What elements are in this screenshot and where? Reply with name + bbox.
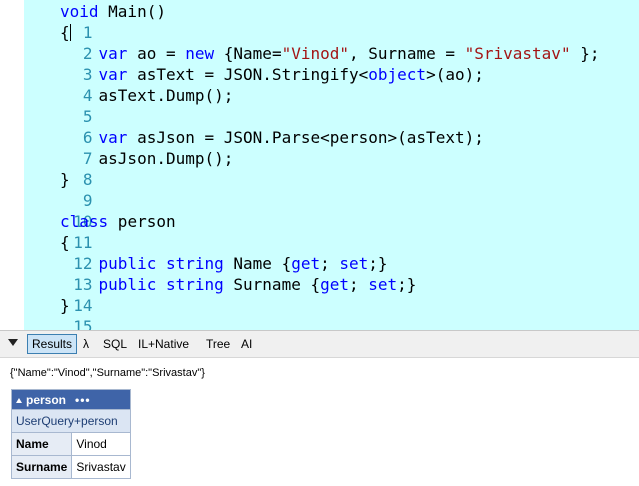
string-literal: "Srivastav" (464, 44, 571, 63)
table-row: Surname Srivastav (10, 455, 132, 479)
code-text: , Surname = (349, 44, 465, 63)
json-output: {"Name":"Vinod","Surname":"Srivastav"} (10, 367, 205, 379)
code-text: Name { (223, 254, 292, 273)
code-line[interactable]: 4 var asText = JSON.Stringify<object>(ao… (24, 64, 639, 105)
code-text: ao = (127, 44, 186, 63)
code-text: } (60, 170, 70, 189)
tab-il-native[interactable]: IL+Native (138, 334, 189, 354)
collapse-triangle-icon[interactable] (8, 339, 18, 346)
keyword: get (320, 275, 349, 294)
text-caret (69, 24, 71, 41)
code-text: { (60, 23, 70, 42)
object-dump-table: person ••• UserQuery+person Name Vinod Su… (10, 389, 132, 479)
editor-margin (0, 0, 24, 330)
keyword: string (165, 275, 224, 294)
code-text: person (108, 212, 176, 231)
code-line[interactable]: 16 (24, 316, 639, 330)
keyword: public (98, 254, 157, 273)
property-value: Vinod (71, 432, 132, 456)
tab-results[interactable]: Results (27, 334, 78, 354)
object-header[interactable]: person ••• (10, 389, 132, 410)
code-text: asText = JSON.Stringify< (127, 65, 369, 84)
code-line[interactable]: 2{ (24, 22, 639, 63)
object-type-name: person (26, 392, 67, 407)
property-name: Surname (10, 455, 73, 479)
code-text: }; (570, 44, 600, 63)
code-line[interactable]: 12{ (24, 232, 639, 273)
tab-tree[interactable]: Tree (206, 334, 230, 354)
code-line[interactable]: 1 void Main() (24, 1, 639, 42)
code-text: ;} (368, 254, 388, 273)
code-line[interactable]: 6 (24, 106, 639, 147)
code-text: Surname { (223, 275, 321, 294)
property-name: Name (10, 432, 73, 456)
tab-ai[interactable]: AI (241, 334, 252, 354)
property-value: Srivastav (71, 455, 132, 479)
keyword: set (368, 275, 398, 294)
code-text: asJson = JSON.Parse<person>(asText); (127, 128, 484, 147)
code-line[interactable]: 10 (24, 190, 639, 231)
tab-lambda[interactable]: λ (83, 334, 89, 354)
code-text: asText.Dump(); (98, 86, 234, 105)
code-text: { (60, 233, 70, 252)
keyword: class (60, 212, 109, 231)
code-line[interactable]: 8 asJson.Dump(); (24, 148, 639, 189)
code-text: {Name= (214, 44, 282, 63)
tab-sql[interactable]: SQL (103, 334, 127, 354)
code-line[interactable]: 9} (24, 169, 639, 210)
keyword: var (98, 128, 128, 147)
keyword: set (339, 254, 369, 273)
code-text: >(ao); (426, 65, 484, 84)
keyword: get (291, 254, 321, 273)
code-text: ; (349, 275, 369, 294)
code-text: ;} (397, 275, 417, 294)
code-text: Main() (98, 2, 166, 21)
code-text: } (60, 296, 70, 315)
string-literal: "Vinod" (281, 44, 350, 63)
collapse-up-icon[interactable] (16, 397, 22, 403)
keyword: var (98, 65, 128, 84)
code-line[interactable]: 3 var ao = new {Name="Vinod", Surname = … (24, 43, 639, 84)
keyword: string (165, 254, 224, 273)
keyword: void (60, 2, 99, 21)
code-editor[interactable]: 1 void Main() 2{ 3 var ao = new {Name="Vi… (0, 0, 639, 330)
keyword: var (98, 44, 128, 63)
keyword: public (98, 275, 157, 294)
code-line[interactable]: 5 asText.Dump(); (24, 85, 639, 126)
output-tab-bar: Results λ SQL IL+Native Tree AI (0, 331, 639, 358)
more-options-icon[interactable]: ••• (75, 393, 91, 407)
object-full-type: UserQuery+person (10, 409, 132, 433)
code-line[interactable]: 14 public string Surname {get; set;} (24, 274, 639, 315)
code-line[interactable]: 15} (24, 295, 639, 330)
table-row: Name Vinod (10, 432, 132, 456)
code-line[interactable]: 7 var asJson = JSON.Parse<person>(asText… (24, 127, 639, 168)
keyword: new (185, 44, 215, 63)
code-line[interactable]: 11 class person (24, 211, 639, 252)
keyword: object (368, 65, 427, 84)
code-text: ; (320, 254, 340, 273)
code-line[interactable]: 13 public string Name {get; set;} (24, 253, 639, 294)
code-text: asJson.Dump(); (98, 149, 234, 168)
